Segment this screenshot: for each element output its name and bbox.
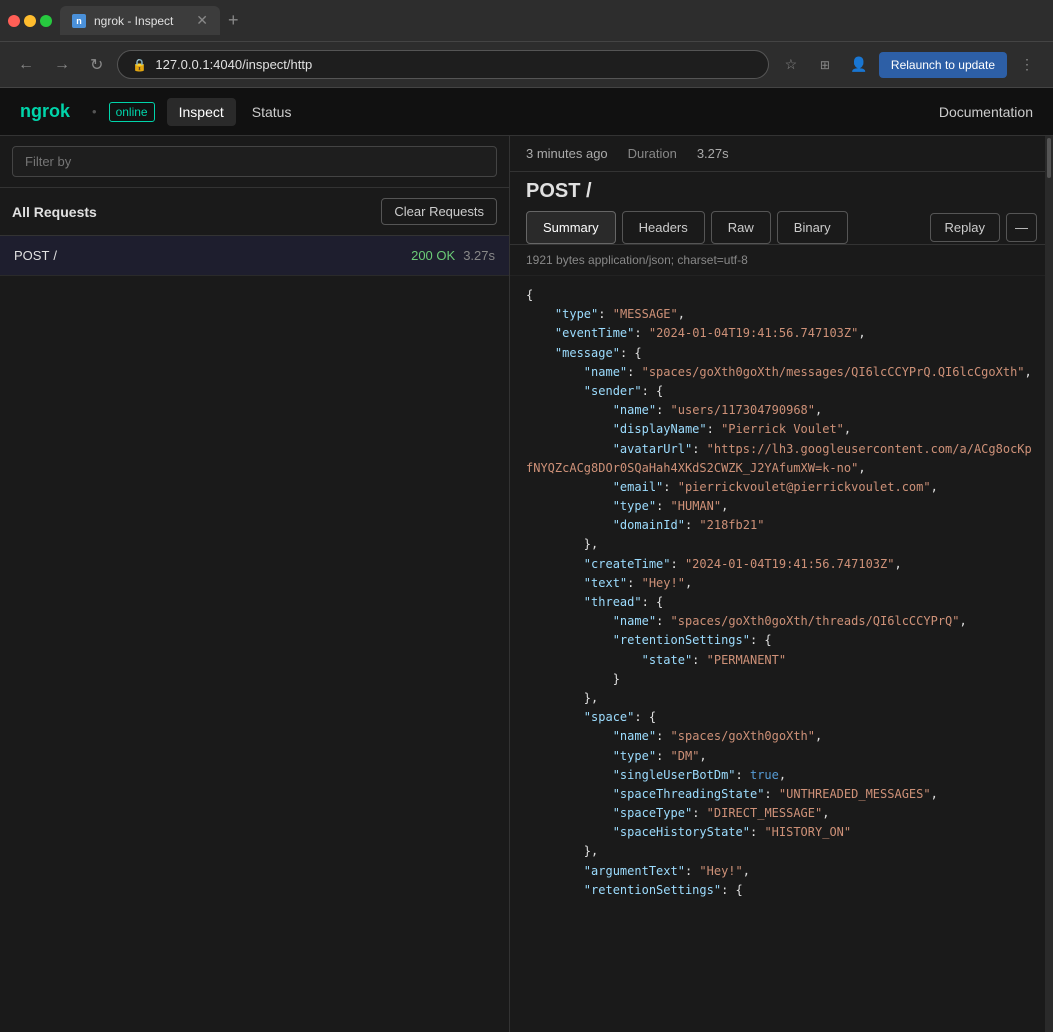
nav-inspect[interactable]: Inspect: [167, 98, 236, 126]
more-button[interactable]: —: [1006, 213, 1037, 242]
filter-input[interactable]: [12, 146, 497, 177]
browser-chrome: n ngrok - Inspect ✕ +: [0, 0, 1053, 42]
table-row[interactable]: POST / 200 OK 3.27s: [0, 236, 509, 276]
requests-title: All Requests: [12, 204, 97, 220]
app-status-badge: online: [109, 102, 155, 122]
request-path: /: [53, 248, 57, 263]
json-line: "eventTime": "2024-01-04T19:41:56.747103…: [526, 324, 1037, 343]
json-line: "email": "pierrickvoulet@pierrickvoulet.…: [526, 478, 1037, 497]
window-controls: [8, 15, 52, 27]
address-bar[interactable]: 🔒 127.0.0.1:4040/inspect/http: [117, 50, 769, 79]
tab-close-icon[interactable]: ✕: [196, 12, 208, 29]
request-duration: 3.27s: [463, 248, 495, 263]
request-status: 200 OK: [411, 248, 455, 263]
content-meta: 1921 bytes application/json; charset=utf…: [510, 245, 1053, 276]
json-line: "thread": {: [526, 593, 1037, 612]
json-line: },: [526, 689, 1037, 708]
relaunch-button[interactable]: Relaunch to update: [879, 52, 1007, 78]
json-line: "text": "Hey!",: [526, 574, 1037, 593]
json-line: "name": "spaces/goXth0goXth/messages/QI6…: [526, 363, 1037, 382]
window-min-btn[interactable]: [24, 15, 36, 27]
request-method: POST: [14, 248, 49, 263]
tab-binary[interactable]: Binary: [777, 211, 848, 244]
bookmark-icon[interactable]: ☆: [777, 51, 805, 79]
doc-link[interactable]: Documentation: [939, 104, 1033, 120]
json-line: "type": "DM",: [526, 747, 1037, 766]
nav-status[interactable]: Status: [240, 98, 304, 126]
menu-icon[interactable]: ⋮: [1013, 51, 1041, 79]
json-line: "sender": {: [526, 382, 1037, 401]
reload-button[interactable]: ↻: [84, 51, 109, 79]
json-line: "spaceType": "DIRECT_MESSAGE",: [526, 804, 1037, 823]
detail-duration-label: Duration: [628, 146, 677, 161]
json-line: {: [526, 286, 1037, 305]
address-text: 127.0.0.1:4040/inspect/http: [155, 57, 312, 72]
detail-tabs: Summary Headers Raw Binary Replay —: [510, 211, 1053, 245]
address-bar-row: ← → ↻ 🔒 127.0.0.1:4040/inspect/http ☆ ⊞ …: [0, 42, 1053, 88]
replay-button[interactable]: Replay: [930, 213, 1000, 242]
detail-duration-value: 3.27s: [697, 146, 729, 161]
app-logo: ngrok: [20, 101, 70, 122]
window-close-btn[interactable]: [8, 15, 20, 27]
json-line: }: [526, 670, 1037, 689]
json-line: "name": "spaces/goXth0goXth",: [526, 727, 1037, 746]
main-content: All Requests Clear Requests POST / 200 O…: [0, 136, 1053, 1032]
json-line: "space": {: [526, 708, 1037, 727]
forward-button[interactable]: →: [48, 52, 76, 78]
detail-meta: 3 minutes ago Duration 3.27s: [510, 136, 1053, 172]
back-button[interactable]: ←: [12, 52, 40, 78]
json-line: "argumentText": "Hey!",: [526, 862, 1037, 881]
requests-header: All Requests Clear Requests: [0, 188, 509, 236]
json-line: "displayName": "Pierrick Voulet",: [526, 420, 1037, 439]
window-max-btn[interactable]: [40, 15, 52, 27]
json-line: "type": "HUMAN",: [526, 497, 1037, 516]
json-line: "spaceThreadingState": "UNTHREADED_MESSA…: [526, 785, 1037, 804]
json-line: "spaceHistoryState": "HISTORY_ON": [526, 823, 1037, 842]
new-tab-button[interactable]: +: [220, 10, 247, 31]
json-line: "name": "users/117304790968",: [526, 401, 1037, 420]
json-line: "domainId": "218fb21": [526, 516, 1037, 535]
detail-time-ago: 3 minutes ago: [526, 146, 608, 161]
tab-headers[interactable]: Headers: [622, 211, 705, 244]
tab-favicon: n: [72, 14, 86, 28]
json-line: "retentionSettings": {: [526, 881, 1037, 900]
app-dot: •: [92, 104, 97, 119]
json-viewer[interactable]: { "type": "MESSAGE", "eventTime": "2024-…: [510, 276, 1053, 1032]
request-list: POST / 200 OK 3.27s: [0, 236, 509, 1032]
app-nav-links: Inspect Status: [167, 98, 304, 126]
left-panel: All Requests Clear Requests POST / 200 O…: [0, 136, 510, 1032]
json-line: "avatarUrl": "https://lh3.googleusercont…: [526, 440, 1037, 478]
tab-summary[interactable]: Summary: [526, 211, 616, 244]
profile-icon[interactable]: 👤: [845, 51, 873, 79]
right-panel: 3 minutes ago Duration 3.27s POST / Summ…: [510, 136, 1053, 1032]
json-line: "createTime": "2024-01-04T19:41:56.74710…: [526, 555, 1037, 574]
address-bar-actions: ☆ ⊞ 👤 Relaunch to update ⋮: [777, 51, 1041, 79]
json-line: },: [526, 535, 1037, 554]
json-line: },: [526, 842, 1037, 861]
detail-title: POST /: [510, 172, 1053, 211]
tab-raw[interactable]: Raw: [711, 211, 771, 244]
json-line: "retentionSettings": {: [526, 631, 1037, 650]
app-nav-right: Documentation: [939, 104, 1033, 120]
json-line: "message": {: [526, 344, 1037, 363]
tab-title: ngrok - Inspect: [94, 14, 173, 28]
app-nav: ngrok • online Inspect Status Documentat…: [0, 88, 1053, 136]
clear-requests-button[interactable]: Clear Requests: [381, 198, 497, 225]
extensions-icon[interactable]: ⊞: [811, 51, 839, 79]
filter-bar: [0, 136, 509, 188]
active-tab[interactable]: n ngrok - Inspect ✕: [60, 6, 220, 35]
lock-icon: 🔒: [132, 58, 147, 72]
json-line: "type": "MESSAGE",: [526, 305, 1037, 324]
json-line: "singleUserBotDm": true,: [526, 766, 1037, 785]
json-line: "name": "spaces/goXth0goXth/threads/QI6l…: [526, 612, 1037, 631]
json-line: "state": "PERMANENT": [526, 651, 1037, 670]
tab-bar: n ngrok - Inspect ✕ +: [60, 6, 1045, 35]
